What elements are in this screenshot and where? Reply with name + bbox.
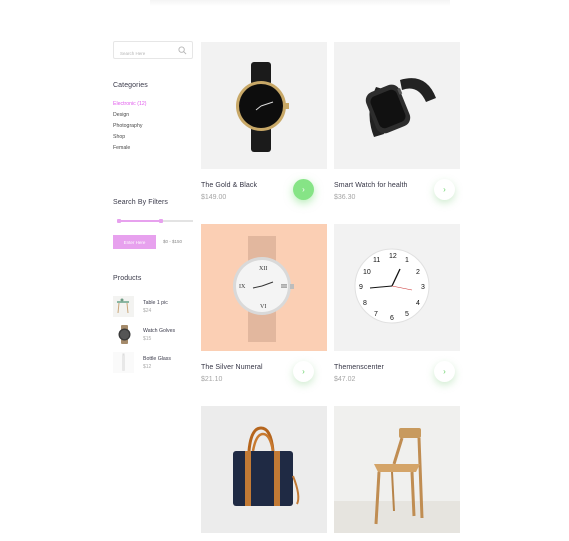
svg-text:2: 2	[416, 269, 420, 276]
mini-product-price: $15	[143, 336, 152, 342]
product-thumbnail[interactable]	[113, 296, 134, 317]
price-range-slider[interactable]	[117, 218, 193, 223]
svg-text:IX: IX	[239, 284, 246, 290]
chevron-right-icon: ›	[443, 184, 446, 194]
product-image[interactable]: 12 9 3 6 1 2 4 5 7 8 10 11	[334, 224, 460, 351]
view-product-button[interactable]: ›	[434, 179, 455, 200]
svg-text:10: 10	[363, 269, 371, 276]
price-range-fill	[117, 220, 159, 222]
chevron-right-icon: ›	[302, 366, 305, 376]
category-item-female[interactable]: Female	[113, 143, 146, 154]
product-price: $36.30	[334, 194, 356, 201]
product-title[interactable]: The Gold & Black	[201, 182, 257, 189]
product-title[interactable]: The Silver Numeral	[201, 364, 263, 371]
svg-text:8: 8	[363, 300, 367, 307]
svg-text:6: 6	[390, 315, 394, 322]
svg-text:1: 1	[405, 257, 409, 264]
mini-product[interactable]: Watch Golves $15	[113, 324, 193, 346]
svg-text:5: 5	[405, 311, 409, 318]
mini-product-price: $24	[143, 308, 152, 314]
svg-text:9: 9	[359, 284, 363, 291]
product-image[interactable]	[334, 406, 460, 533]
mini-product-name[interactable]: Table 1 pic	[143, 300, 168, 306]
svg-text:VI: VI	[260, 304, 266, 310]
filter-title: Search By Filters	[113, 199, 168, 206]
svg-text:XII: XII	[259, 266, 267, 272]
view-product-button[interactable]: ›	[293, 361, 314, 382]
product-image[interactable]	[201, 42, 327, 169]
chevron-right-icon: ›	[443, 366, 446, 376]
products-title: Products	[113, 275, 142, 282]
chevron-right-icon: ›	[302, 184, 305, 194]
product-image[interactable]	[334, 42, 460, 169]
view-product-button[interactable]: ›	[434, 361, 455, 382]
header-shadow	[150, 0, 450, 6]
categories-title: Categories	[113, 82, 148, 89]
search-input[interactable]	[114, 45, 176, 62]
product-price: $21.10	[201, 376, 223, 383]
mini-product-price: $12	[143, 364, 152, 370]
product-title[interactable]: Themenscenter	[334, 364, 384, 371]
product-image[interactable]: XII IX III VI	[201, 224, 327, 351]
svg-text:11: 11	[373, 257, 380, 264]
mini-product-name[interactable]: Bottle Glass	[143, 356, 171, 362]
product-image[interactable]	[201, 406, 327, 533]
product-thumbnail[interactable]	[113, 324, 134, 345]
mini-product[interactable]: Table 1 pic $24	[113, 296, 193, 318]
svg-text:12: 12	[389, 253, 397, 260]
price-range-value: $0 - $150	[163, 239, 183, 244]
search-box	[113, 41, 193, 62]
product-thumbnail[interactable]	[113, 352, 134, 373]
svg-text:7: 7	[374, 311, 378, 318]
product-price: $149.00	[201, 194, 227, 201]
mini-product-name[interactable]: Watch Golves	[143, 328, 175, 334]
view-product-button[interactable]: ›	[293, 179, 314, 200]
category-item-electronic[interactable]: Electronic (12)	[113, 99, 146, 110]
filter-button[interactable]: Enter Here	[113, 235, 156, 249]
product-title[interactable]: Smart Watch for health	[334, 182, 408, 189]
category-item-shop[interactable]: Shop	[113, 132, 146, 143]
range-handle-min[interactable]	[117, 218, 121, 223]
range-handle-max[interactable]	[159, 218, 163, 223]
svg-text:III: III	[281, 284, 287, 290]
svg-text:4: 4	[416, 300, 420, 307]
category-list: Electronic (12) Design Photography Shop …	[113, 99, 146, 154]
category-item-design[interactable]: Design	[113, 110, 146, 121]
category-item-photography[interactable]: Photography	[113, 121, 146, 132]
svg-text:3: 3	[421, 284, 425, 291]
product-price: $47.02	[334, 376, 356, 383]
search-icon[interactable]	[178, 46, 187, 55]
mini-product[interactable]: Bottle Glass $12	[113, 352, 193, 374]
